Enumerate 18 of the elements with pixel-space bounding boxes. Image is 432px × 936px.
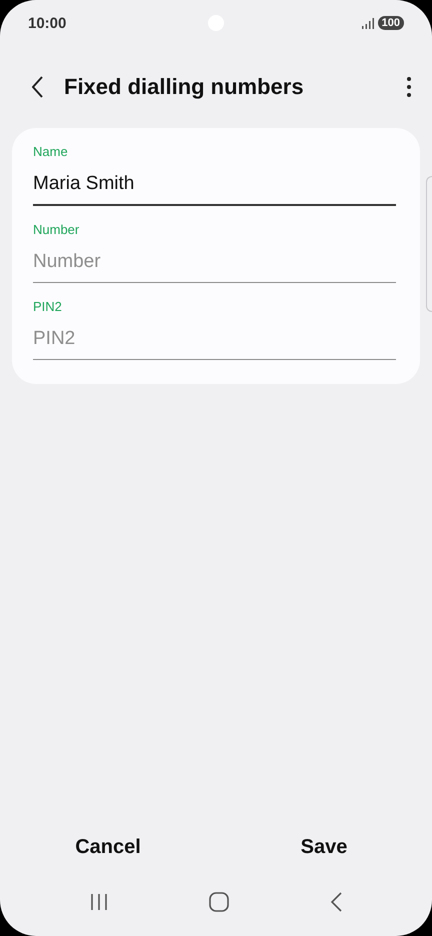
input-field[interactable]: Maria Smith [33, 167, 396, 206]
home-icon [208, 892, 229, 912]
recent-apps-icon [90, 893, 108, 911]
action-button[interactable]: Cancel [0, 820, 216, 874]
page-title: Fixed dialling numbers [64, 74, 305, 100]
more-options-icon [406, 76, 412, 98]
back-icon [330, 892, 342, 912]
input-field[interactable]: PIN2 [33, 322, 396, 360]
field-label: Name [33, 144, 69, 159]
status-time: 10:00 [28, 14, 66, 32]
back-icon [32, 76, 44, 98]
action-button[interactable]: Save [216, 820, 432, 874]
field-label: Number [33, 222, 80, 237]
signal-icon [362, 18, 374, 28]
input-field[interactable]: Number [33, 245, 396, 283]
scroll-handle[interactable] [426, 176, 432, 312]
field-label: PIN2 [33, 299, 63, 314]
battery-level: 100 [378, 16, 404, 30]
